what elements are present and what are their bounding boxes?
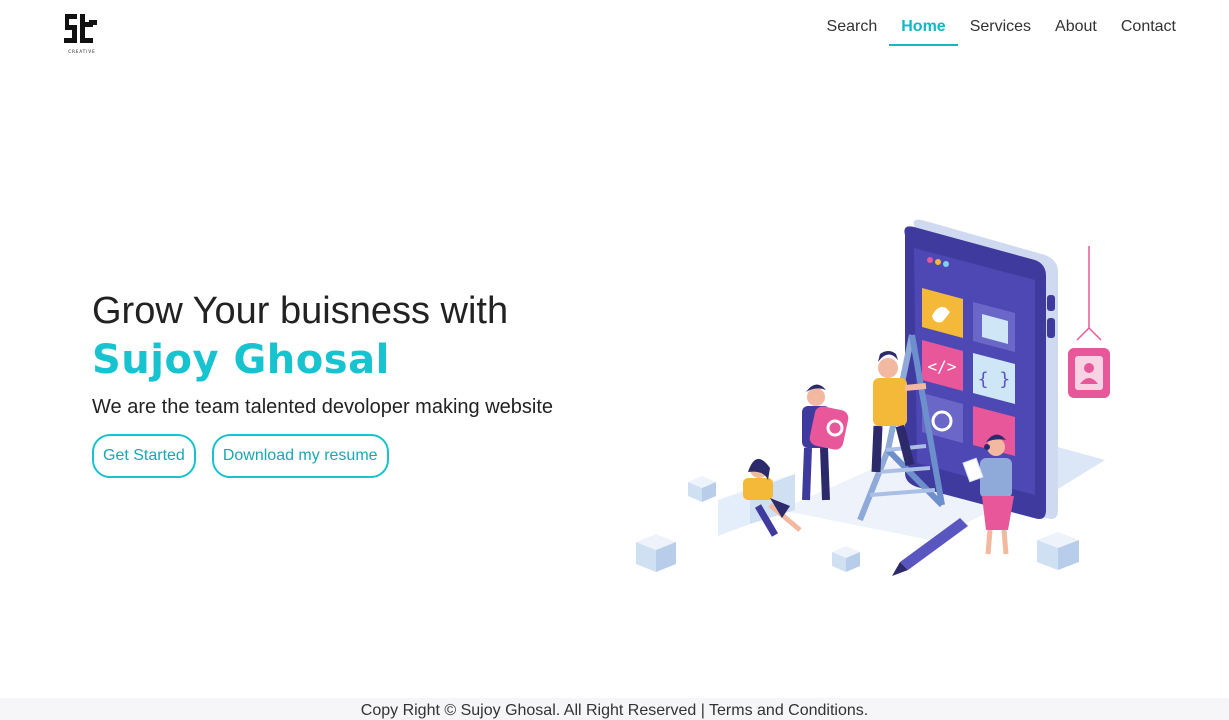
hero-illustration: </> { } [630, 210, 1120, 590]
hero-name: Sujoy Ghosal [92, 337, 390, 383]
hero-subtitle: We are the team talented devoloper makin… [92, 396, 554, 418]
svg-text:</>: </> [928, 357, 957, 376]
hero-title: Grow Your buisness with [92, 290, 509, 332]
main-nav: Search Home Services About Contact [815, 8, 1188, 46]
footer-copyright: Copy Right © Sujoy Ghosal. All Right Res… [360, 702, 869, 719]
site-footer: Copy Right © Sujoy Ghosal. All Right Res… [0, 698, 1229, 720]
nav-home[interactable]: Home [889, 8, 958, 46]
site-header: CREATIVE Search Home Services About Cont… [0, 0, 1229, 60]
get-started-button[interactable]: Get Started [92, 434, 196, 478]
download-resume-button[interactable]: Download my resume [211, 434, 389, 478]
logo-icon[interactable]: CREATIVE [62, 10, 102, 56]
svg-text:CREATIVE: CREATIVE [68, 49, 95, 54]
hero-section: Grow Your buisness with Sujoy Ghosal We … [92, 288, 612, 478]
nav-search[interactable]: Search [815, 8, 890, 46]
nav-services[interactable]: Services [958, 8, 1043, 46]
hero-buttons: Get Started Download my resume [92, 434, 612, 478]
nav-contact[interactable]: Contact [1109, 8, 1188, 46]
nav-about[interactable]: About [1043, 8, 1109, 46]
svg-text:{ }: { } [978, 369, 1011, 390]
